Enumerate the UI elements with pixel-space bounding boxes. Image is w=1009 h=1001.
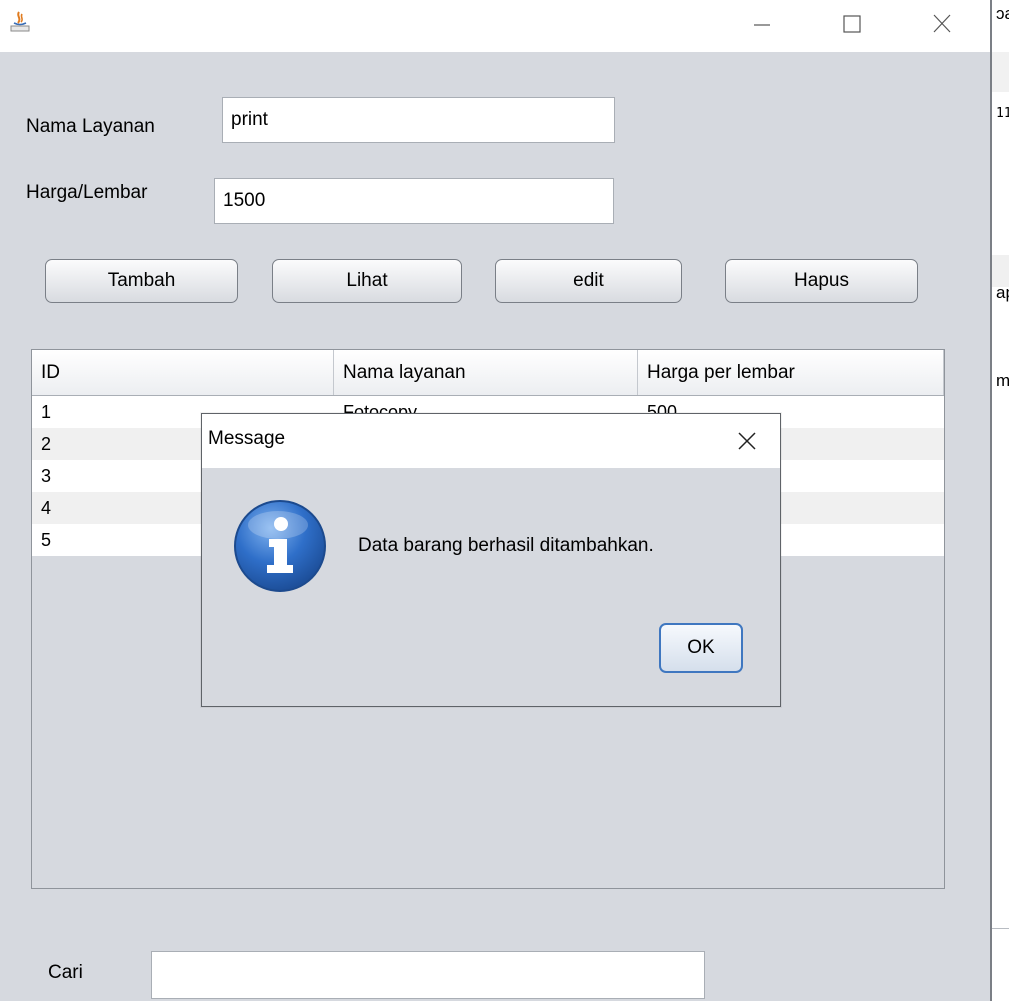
side-fragment-text: 11 [996, 106, 1009, 121]
cari-input[interactable] [151, 951, 705, 999]
title-bar [0, 0, 990, 52]
cell-id: 4 [41, 498, 52, 518]
hapus-button[interactable]: Hapus [725, 259, 918, 303]
column-header-nama-layanan[interactable]: Nama layanan [334, 350, 638, 395]
close-window-button[interactable] [922, 6, 962, 42]
harga-lembar-input[interactable]: 1500 [214, 178, 614, 224]
close-icon[interactable] [732, 426, 762, 456]
maximize-button[interactable] [832, 6, 872, 42]
nama-layanan-input[interactable]: print [222, 97, 615, 143]
background-window-edge: ɔa 11 ap mb [990, 0, 1009, 1001]
side-fragment-text: ap [996, 283, 1009, 302]
cell-id: 1 [41, 402, 52, 422]
lihat-button[interactable]: Lihat [272, 259, 462, 303]
java-app-icon [10, 11, 30, 32]
tambah-button[interactable]: Tambah [45, 259, 238, 303]
dialog-title: Message [208, 428, 286, 449]
harga-lembar-label: Harga/Lembar [26, 182, 148, 203]
cell-id: 2 [41, 434, 52, 454]
message-dialog: Message Data barang berhasil ditambahkan… [201, 413, 781, 707]
minimize-button[interactable] [742, 6, 782, 42]
side-header-strip [992, 52, 1009, 92]
edit-button[interactable]: edit [495, 259, 682, 303]
cari-label: Cari [48, 962, 83, 983]
side-fragment-text: ɔa [996, 4, 1009, 23]
ok-button[interactable]: OK [659, 623, 743, 673]
dialog-title-bar: Message [202, 414, 780, 468]
cell-id: 5 [41, 530, 52, 550]
cell-id: 3 [41, 466, 52, 486]
column-header-harga[interactable]: Harga per lembar [638, 350, 944, 395]
nama-layanan-label: Nama Layanan [26, 116, 155, 137]
dialog-message: Data barang berhasil ditambahkan. [358, 535, 654, 556]
info-icon [234, 500, 326, 592]
table-header: ID Nama layanan Harga per lembar [32, 350, 944, 396]
column-header-id[interactable]: ID [32, 350, 334, 395]
side-fragment-text: mb [996, 371, 1009, 390]
side-divider [992, 928, 1009, 929]
